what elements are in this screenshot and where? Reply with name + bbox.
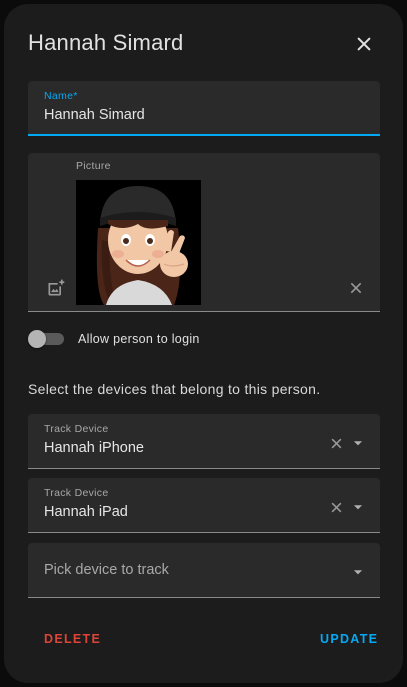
- pick-device-placeholder: Pick device to track: [44, 562, 169, 578]
- track-device-label: Track Device: [44, 423, 109, 435]
- dialog-title: Hannah Simard: [28, 30, 184, 55]
- person-dialog: Hannah Simard Name* Hannah Simard Pictur…: [4, 4, 403, 683]
- avatar-image: [76, 180, 201, 305]
- track-device-field-2[interactable]: Track Device Hannah iPad: [28, 478, 380, 533]
- update-button[interactable]: UPDATE: [320, 632, 378, 646]
- arrow-drop-down-icon: [353, 441, 363, 446]
- clear-icon: [331, 502, 341, 512]
- arrow-drop-down-icon: [353, 505, 363, 510]
- clear-icon: [331, 438, 341, 448]
- allow-login-row: Allow person to login: [28, 327, 380, 351]
- track-device-value[interactable]: Hannah iPad: [44, 504, 128, 520]
- track-device-field-1[interactable]: Track Device Hannah iPhone: [28, 414, 380, 469]
- allow-login-label: Allow person to login: [78, 332, 200, 346]
- delete-button[interactable]: DELETE: [44, 632, 101, 646]
- clear-device-button[interactable]: [326, 433, 346, 453]
- clear-icon: [350, 282, 362, 294]
- allow-login-switch[interactable]: [28, 330, 64, 348]
- close-icon: [357, 37, 371, 51]
- pick-device-field[interactable]: Pick device to track: [28, 543, 380, 598]
- picture-field-label: Picture: [76, 160, 111, 172]
- devices-section-text: Select the devices that belong to this p…: [28, 381, 321, 397]
- track-device-label: Track Device: [44, 487, 109, 499]
- switch-thumb: [28, 330, 46, 348]
- arrow-drop-down-icon: [353, 570, 363, 575]
- device-dropdown-button[interactable]: [348, 433, 368, 453]
- add-photo-button[interactable]: [44, 276, 68, 300]
- device-dropdown-button[interactable]: [348, 497, 368, 517]
- name-field-label: Name*: [44, 90, 78, 102]
- name-field-value[interactable]: Hannah Simard: [44, 107, 145, 123]
- picture-field: Picture: [28, 153, 380, 312]
- clear-device-button[interactable]: [326, 497, 346, 517]
- name-field[interactable]: Name* Hannah Simard: [28, 81, 380, 136]
- close-button[interactable]: [348, 28, 380, 60]
- clear-picture-button[interactable]: [344, 276, 368, 300]
- device-dropdown-button[interactable]: [348, 562, 368, 582]
- add-photo-icon: [48, 279, 65, 296]
- track-device-value[interactable]: Hannah iPhone: [44, 440, 144, 456]
